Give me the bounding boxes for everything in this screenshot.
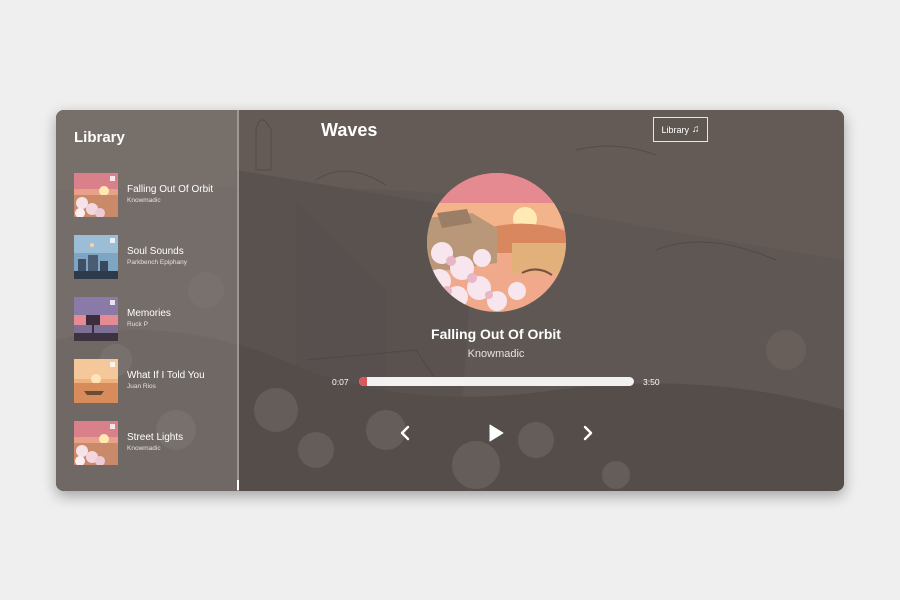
sidebar-scrollbar[interactable] [237, 480, 239, 490]
library-song-item[interactable]: What If I Told You Juan Rios [74, 359, 234, 404]
album-art-thumbnail [74, 421, 118, 465]
progress-fill [359, 377, 368, 386]
album-art-thumbnail [74, 359, 118, 403]
current-time: 0:07 [332, 377, 349, 387]
song-title: What If I Told You [127, 370, 205, 381]
app-title: Waves [321, 120, 378, 140]
library-song-item[interactable]: Memories Ruck P [74, 297, 234, 342]
library-song-item[interactable]: Falling Out Of Orbit Knowmadic [74, 173, 234, 218]
song-artist: Knowmadic [127, 445, 161, 452]
now-playing-title: Falling Out Of Orbit [431, 326, 561, 342]
progress-slider[interactable] [359, 377, 634, 386]
library-button-label: Library [661, 124, 689, 135]
album-cover-art [427, 173, 566, 312]
song-title: Soul Sounds [127, 246, 184, 257]
album-art-thumbnail [74, 235, 118, 279]
library-song-item[interactable]: Soul Sounds Parkbench Epiphany [74, 235, 234, 280]
song-title: Street Lights [127, 432, 184, 443]
song-artist: Juan Rios [127, 383, 156, 390]
album-art-thumbnail [74, 297, 118, 341]
music-player-window: Library Falling Out Of Orbit Knowmadic S… [56, 110, 844, 491]
play-icon[interactable] [486, 423, 506, 443]
song-artist: Ruck P [127, 321, 148, 328]
music-note-icon: ♫ [692, 124, 700, 135]
song-title: Memories [127, 308, 171, 319]
library-sidebar: Library Falling Out Of Orbit Knowmadic S… [56, 110, 239, 491]
song-title: Falling Out Of Orbit [127, 184, 214, 195]
chevron-left-icon[interactable] [396, 423, 416, 443]
library-title: Library [74, 129, 125, 146]
album-art-thumbnail [74, 173, 118, 217]
library-toggle-button[interactable]: Library ♫ [653, 117, 708, 142]
song-artist: Parkbench Epiphany [127, 259, 187, 266]
chevron-right-icon[interactable] [577, 423, 597, 443]
library-song-item[interactable]: Street Lights Knowmadic [74, 421, 234, 466]
now-playing-artist: Knowmadic [467, 348, 525, 360]
song-artist: Knowmadic [127, 197, 161, 204]
total-time: 3:50 [643, 377, 660, 387]
